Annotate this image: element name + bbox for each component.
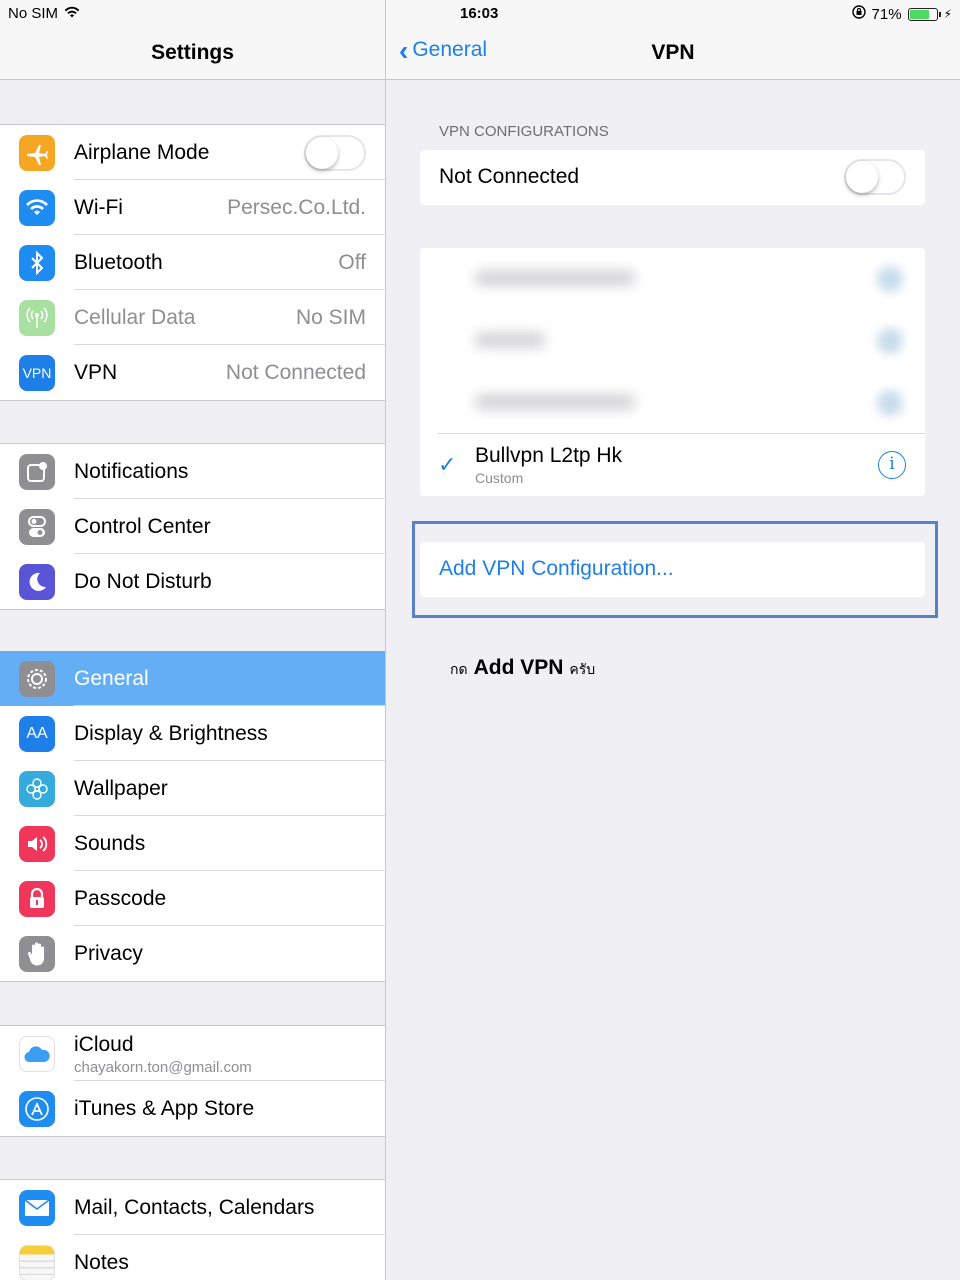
battery-percent: 71% xyxy=(871,5,902,23)
gear-icon xyxy=(19,660,55,697)
vpn-title: VPN xyxy=(651,41,695,64)
instruction-suffix: ครับ xyxy=(569,661,596,677)
checkmark-icon: ✓ xyxy=(438,452,457,477)
settings-item-vpn[interactable]: VPN VPN Not Connected xyxy=(0,345,385,400)
settings-item-label: iTunes & App Store xyxy=(74,1096,255,1120)
settings-item-label: Display & Brightness xyxy=(74,721,268,745)
vpn-config-row-blurred[interactable] xyxy=(420,310,925,372)
mail-icon xyxy=(19,1189,55,1226)
settings-item-value: Persec.Co.Ltd. xyxy=(227,195,366,219)
rotation-lock-icon xyxy=(851,5,866,23)
bluetooth-icon xyxy=(19,244,55,281)
highlight-box xyxy=(412,521,938,618)
settings-item-do-not-disturb[interactable]: Do Not Disturb xyxy=(0,554,385,609)
speaker-icon xyxy=(19,825,55,862)
moon-icon xyxy=(19,563,55,600)
info-icon[interactable] xyxy=(877,390,903,416)
settings-item-notes[interactable]: Notes xyxy=(0,1235,385,1280)
vpn-config-list: ✓ Bullvpn L2tp Hk Custom i xyxy=(420,248,925,496)
vpn-config-row-selected[interactable]: ✓ Bullvpn L2tp Hk Custom i xyxy=(420,434,925,496)
connectivity-group: Airplane Mode Wi-Fi Persec.Co.Ltd. Bluet… xyxy=(0,124,385,401)
settings-item-passcode[interactable]: Passcode xyxy=(0,871,385,926)
battery-icon xyxy=(907,7,941,21)
settings-item-airplane-mode[interactable]: Airplane Mode xyxy=(0,125,385,180)
settings-item-value: Off xyxy=(338,250,366,274)
settings-item-label: Passcode xyxy=(74,886,167,910)
settings-item-wallpaper[interactable]: Wallpaper xyxy=(0,761,385,816)
settings-item-value: No SIM xyxy=(295,305,366,329)
instruction-bold: Add VPN xyxy=(473,656,564,679)
info-icon[interactable] xyxy=(877,328,903,354)
vpn-config-name: Bullvpn L2tp Hk xyxy=(475,444,623,467)
control-center-icon xyxy=(19,508,55,545)
settings-item-bluetooth[interactable]: Bluetooth Off xyxy=(0,235,385,290)
settings-item-label: Wallpaper xyxy=(74,776,168,800)
wifi-signal-icon xyxy=(64,5,80,22)
vpn-config-type: Custom xyxy=(475,470,524,486)
settings-item-label: Mail, Contacts, Calendars xyxy=(74,1195,315,1219)
wallpaper-icon xyxy=(19,770,55,807)
settings-item-label: Airplane Mode xyxy=(74,140,210,164)
antenna-icon xyxy=(19,299,55,336)
vpn-status-label: Not Connected xyxy=(439,165,580,188)
instruction-annotation: กด Add VPN ครับ xyxy=(450,656,595,681)
settings-item-label: iCloud xyxy=(74,1033,134,1056)
settings-item-label: Sounds xyxy=(74,831,146,855)
settings-item-cellular-data[interactable]: Cellular Data No SIM xyxy=(0,290,385,345)
settings-item-label: Bluetooth xyxy=(74,250,163,274)
vpn-status-row: Not Connected xyxy=(420,150,925,205)
vpn-config-row-blurred[interactable] xyxy=(420,248,925,310)
settings-item-icloud[interactable]: iCloud chayakorn.ton@gmail.com xyxy=(0,1026,385,1081)
notifications-group: Notifications Control Center Do Not Dist… xyxy=(0,443,385,610)
accounts-group: iCloud chayakorn.ton@gmail.com iTunes & … xyxy=(0,1025,385,1137)
apps-group: Mail, Contacts, Calendars Notes xyxy=(0,1179,385,1280)
icloud-account-email: chayakorn.ton@gmail.com xyxy=(74,1059,252,1076)
settings-item-label: Cellular Data xyxy=(74,305,196,329)
charging-icon: ⚡ xyxy=(943,7,952,21)
notifications-icon xyxy=(19,453,55,490)
settings-item-mail-contacts-calendars[interactable]: Mail, Contacts, Calendars xyxy=(0,1180,385,1235)
vpn-config-row-blurred[interactable] xyxy=(438,372,925,434)
clock: 16:03 xyxy=(460,5,499,22)
settings-item-label: Privacy xyxy=(74,941,143,965)
info-icon[interactable]: i xyxy=(878,451,906,479)
settings-item-value: Not Connected xyxy=(225,360,366,384)
lock-icon xyxy=(19,880,55,917)
split-divider xyxy=(385,0,386,1280)
page-title: Settings xyxy=(151,41,234,64)
settings-item-label: Control Center xyxy=(74,514,211,538)
settings-panel: Settings Airplane Mode Wi-Fi Persec.Co.L… xyxy=(0,0,385,1280)
settings-item-display-brightness[interactable]: AA Display & Brightness xyxy=(0,706,385,761)
settings-item-label: Notes xyxy=(74,1250,129,1274)
vpn-icon: VPN xyxy=(19,354,55,391)
cloud-icon xyxy=(19,1035,55,1072)
status-bar: No SIM 16:03 71% ⚡ xyxy=(0,0,960,26)
airplane-mode-toggle[interactable] xyxy=(304,134,366,171)
info-icon[interactable] xyxy=(877,266,903,292)
hand-icon xyxy=(19,935,55,972)
settings-item-label: VPN xyxy=(74,360,118,384)
settings-item-label: General xyxy=(74,666,149,690)
settings-item-notifications[interactable]: Notifications xyxy=(0,444,385,499)
instruction-prefix: กด xyxy=(450,661,468,677)
settings-item-control-center[interactable]: Control Center xyxy=(0,499,385,554)
wifi-icon xyxy=(19,189,55,226)
notes-icon xyxy=(19,1244,55,1280)
settings-item-sounds[interactable]: Sounds xyxy=(0,816,385,871)
settings-item-label: Do Not Disturb xyxy=(74,569,212,593)
airplane-icon xyxy=(19,134,55,171)
carrier-label: No SIM xyxy=(8,5,59,22)
app-store-icon xyxy=(19,1090,55,1127)
general-group: General AA Display & Brightness Wallpape… xyxy=(0,651,385,982)
settings-item-label: Notifications xyxy=(74,459,189,483)
settings-item-privacy[interactable]: Privacy xyxy=(0,926,385,981)
settings-item-label: Wi-Fi xyxy=(74,195,123,219)
settings-item-general[interactable]: General xyxy=(0,651,385,706)
settings-item-itunes-app-store[interactable]: iTunes & App Store xyxy=(0,1081,385,1136)
section-header: VPN CONFIGURATIONS xyxy=(439,123,609,140)
vpn-connect-toggle[interactable] xyxy=(844,159,906,195)
display-icon: AA xyxy=(19,715,55,752)
vpn-status-card: Not Connected xyxy=(420,150,925,205)
settings-item-wifi[interactable]: Wi-Fi Persec.Co.Ltd. xyxy=(0,180,385,235)
